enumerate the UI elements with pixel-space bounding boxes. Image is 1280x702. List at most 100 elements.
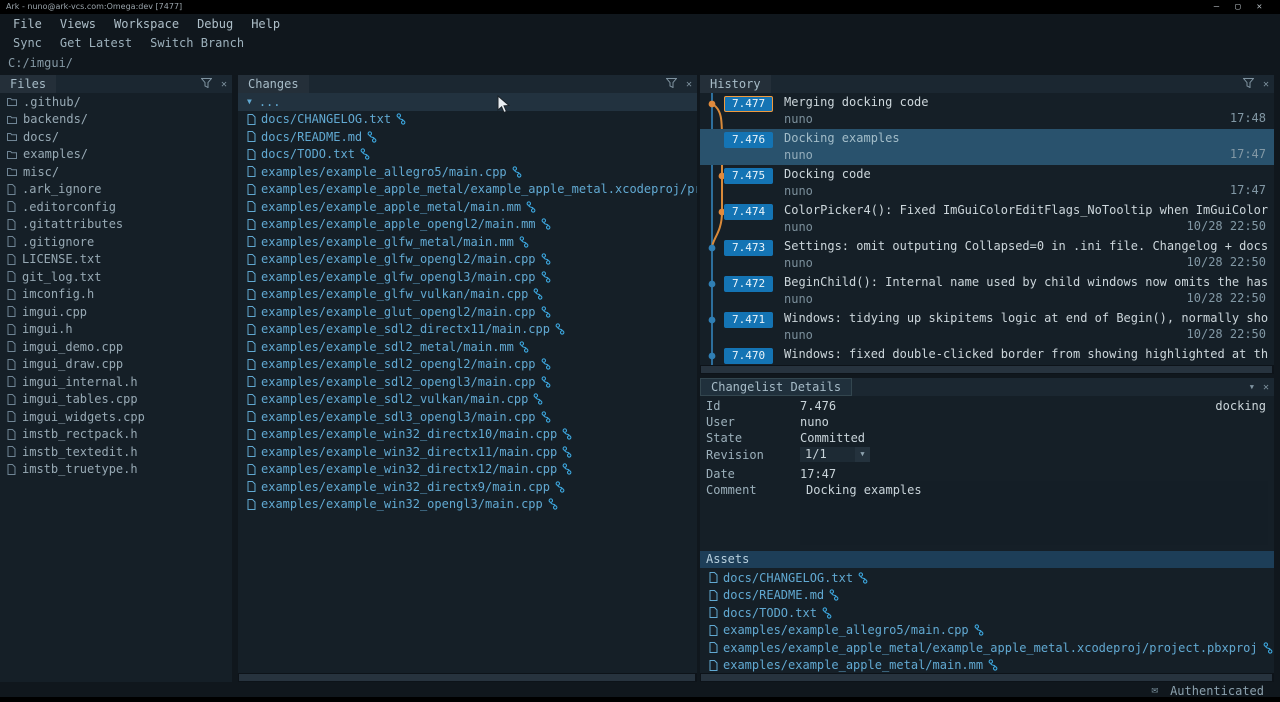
change-row[interactable]: examples/example_win32_directx12/main.cp… — [238, 461, 697, 479]
assets-section-header[interactable]: Assets — [700, 551, 1274, 568]
scrollbar-thumb[interactable] — [701, 674, 1272, 681]
file-tree-file[interactable]: .gitattributes — [0, 216, 232, 234]
file-tree-file[interactable]: imgui.cpp — [0, 303, 232, 321]
asset-row[interactable]: examples/example_allegro5/main.cpp — [700, 622, 1274, 640]
file-icon — [247, 289, 256, 300]
scrollbar-thumb[interactable] — [239, 674, 695, 681]
menu-item-workspace[interactable]: Workspace — [105, 15, 188, 33]
file-tree-file[interactable]: .gitignore — [0, 233, 232, 251]
file-tree-folder[interactable]: .github/ — [0, 93, 232, 111]
minimize-button[interactable]: – — [1214, 0, 1219, 14]
history-hscrollbar[interactable] — [700, 365, 1274, 374]
change-row[interactable]: examples/example_win32_directx11/main.cp… — [238, 443, 697, 461]
menu-item-help[interactable]: Help — [242, 15, 289, 33]
history-entry[interactable]: 7.474ColorPicker4(): Fixed ImGuiColorEdi… — [700, 201, 1274, 237]
history-entry[interactable]: 7.471Windows: tidying up skipitems logic… — [700, 309, 1274, 345]
history-panel-title[interactable]: History — [700, 75, 771, 93]
history-entry[interactable]: 7.477Merging docking codenuno17:48 — [700, 93, 1274, 129]
chevron-down-icon[interactable]: ▼ — [247, 97, 252, 106]
changelist-details-panel: Changelist Details ▼ ✕ Id 7.476 docking … — [700, 378, 1274, 682]
change-row[interactable]: examples/example_allegro5/main.cpp — [238, 163, 697, 181]
change-row[interactable]: examples/example_sdl2_vulkan/main.cpp — [238, 391, 697, 409]
history-entry[interactable]: 7.470Windows: fixed double-clicked borde… — [700, 345, 1274, 365]
comment-field[interactable]: Docking examples — [800, 481, 1268, 545]
file-tree-file[interactable]: imconfig.h — [0, 286, 232, 304]
file-tree-file[interactable]: .ark_ignore — [0, 181, 232, 199]
change-row[interactable]: examples/example_sdl2_metal/main.mm — [238, 338, 697, 356]
menu-item-file[interactable]: File — [4, 15, 51, 33]
filter-icon[interactable] — [201, 77, 212, 91]
maximize-button[interactable]: ▢ — [1235, 0, 1240, 14]
asset-row[interactable]: docs/README.md — [700, 587, 1274, 605]
change-row[interactable]: examples/example_glut_opengl2/main.cpp — [238, 303, 697, 321]
chevron-down-icon[interactable]: ▼ — [1250, 383, 1254, 391]
change-row[interactable]: examples/example_sdl2_directx11/main.cpp — [238, 321, 697, 339]
asset-row[interactable]: docs/CHANGELOG.txt — [700, 569, 1274, 587]
details-panel-title[interactable]: Changelist Details — [700, 378, 852, 396]
toolbar-button-switch-branch[interactable]: Switch Branch — [141, 34, 253, 52]
close-icon[interactable]: ✕ — [686, 79, 692, 90]
change-row[interactable]: docs/README.md — [238, 128, 697, 146]
change-row[interactable]: docs/TODO.txt — [238, 146, 697, 164]
filter-icon[interactable] — [666, 77, 677, 91]
file-tree-file[interactable]: LICENSE.txt — [0, 251, 232, 269]
file-tree-folder[interactable]: backends/ — [0, 111, 232, 129]
history-entry[interactable]: 7.472BeginChild(): Internal name used by… — [700, 273, 1274, 309]
close-icon[interactable]: ✕ — [1263, 382, 1269, 393]
change-row[interactable]: examples/example_sdl2_opengl2/main.cpp — [238, 356, 697, 374]
filter-icon[interactable] — [1243, 77, 1254, 91]
file-tree-folder[interactable]: docs/ — [0, 128, 232, 146]
file-tree-file[interactable]: imstb_textedit.h — [0, 443, 232, 461]
change-row[interactable]: examples/example_apple_metal/example_app… — [238, 181, 697, 199]
change-row[interactable]: examples/example_sdl3_opengl3/main.cpp — [238, 408, 697, 426]
file-icon — [7, 464, 16, 475]
change-row[interactable]: examples/example_win32_directx9/main.cpp — [238, 478, 697, 496]
file-tree-file[interactable]: imgui_draw.cpp — [0, 356, 232, 374]
change-row[interactable]: docs/CHANGELOG.txt — [238, 111, 697, 129]
file-tree-file[interactable]: imgui.h — [0, 321, 232, 339]
file-tree-file[interactable]: imstb_truetype.h — [0, 461, 232, 479]
file-tree-file[interactable]: imgui_widgets.cpp — [0, 408, 232, 426]
auth-status: Authenticated — [1170, 684, 1264, 698]
history-entry[interactable]: 7.475Docking codenuno17:47 — [700, 165, 1274, 201]
close-icon[interactable]: ✕ — [1263, 79, 1269, 90]
chevron-down-icon[interactable]: ▼ — [855, 447, 870, 462]
file-tree-file[interactable]: imstb_rectpack.h — [0, 426, 232, 444]
file-icon — [7, 236, 16, 247]
history-entry[interactable]: 7.473Settings: omit outputing Collapsed=… — [700, 237, 1274, 273]
file-tree-file[interactable]: git_log.txt — [0, 268, 232, 286]
file-tree-folder[interactable]: misc/ — [0, 163, 232, 181]
revision-select[interactable]: 1/1 ▼ — [800, 447, 870, 462]
asset-row[interactable]: docs/TODO.txt — [700, 604, 1274, 622]
file-tree-file[interactable]: imgui_demo.cpp — [0, 338, 232, 356]
changes-hscrollbar[interactable] — [238, 673, 697, 682]
file-icon — [709, 607, 718, 618]
change-row[interactable]: examples/example_win32_opengl3/main.cpp — [238, 496, 697, 514]
change-row[interactable]: examples/example_glfw_vulkan/main.cpp — [238, 286, 697, 304]
history-entry[interactable]: 7.476Docking examplesnuno17:47 — [700, 129, 1274, 165]
file-tree-file[interactable]: .editorconfig — [0, 198, 232, 216]
menu-item-debug[interactable]: Debug — [188, 15, 242, 33]
file-tree-file[interactable]: imgui_tables.cpp — [0, 391, 232, 409]
menu-item-views[interactable]: Views — [51, 15, 105, 33]
files-panel-title[interactable]: Files — [0, 75, 56, 93]
change-row[interactable]: examples/example_glfw_metal/main.mm — [238, 233, 697, 251]
change-row[interactable]: examples/example_win32_directx10/main.cp… — [238, 426, 697, 444]
file-tree-file[interactable]: imgui_internal.h — [0, 373, 232, 391]
file-tree-folder[interactable]: examples/ — [0, 146, 232, 164]
close-button[interactable]: ✕ — [1257, 0, 1262, 14]
close-icon[interactable]: ✕ — [221, 79, 227, 90]
assets-hscrollbar[interactable] — [700, 673, 1274, 682]
asset-row[interactable]: examples/example_apple_metal/main.mm — [700, 657, 1274, 674]
asset-row[interactable]: examples/example_apple_metal/example_app… — [700, 639, 1274, 657]
change-row[interactable]: examples/example_glfw_opengl3/main.cpp — [238, 268, 697, 286]
change-row[interactable]: examples/example_apple_metal/main.mm — [238, 198, 697, 216]
toolbar-button-sync[interactable]: Sync — [4, 34, 51, 52]
scrollbar-thumb[interactable] — [701, 366, 1272, 373]
changes-root-row[interactable]: ▼ ... — [238, 93, 697, 111]
change-row[interactable]: examples/example_glfw_opengl2/main.cpp — [238, 251, 697, 269]
change-row[interactable]: examples/example_sdl2_opengl3/main.cpp — [238, 373, 697, 391]
toolbar-button-get-latest[interactable]: Get Latest — [51, 34, 141, 52]
change-row[interactable]: examples/example_apple_opengl2/main.mm — [238, 216, 697, 234]
changes-panel-title[interactable]: Changes — [238, 75, 309, 93]
